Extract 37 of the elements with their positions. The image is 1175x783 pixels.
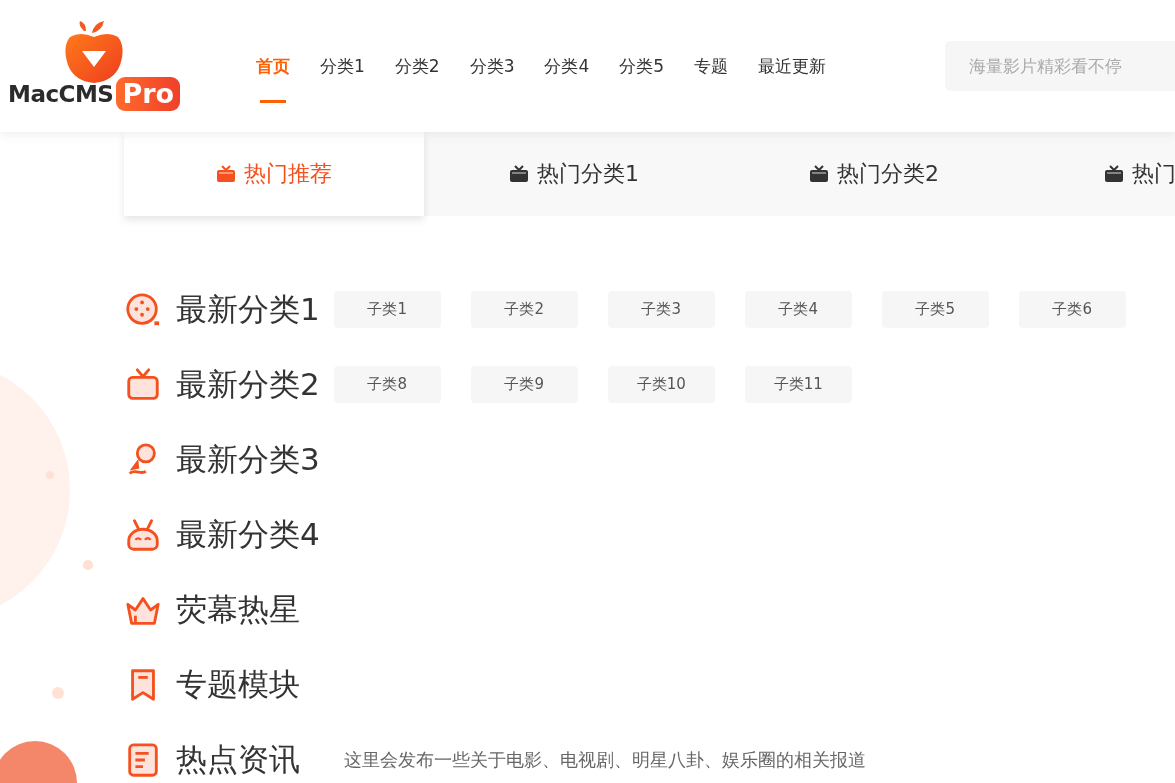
tv-icon xyxy=(216,165,236,183)
section-title: 最新分类3 xyxy=(176,439,320,479)
active-indicator xyxy=(260,99,286,103)
nav-link[interactable]: 专题 xyxy=(694,46,729,86)
nav-link[interactable]: 分类5 xyxy=(619,46,665,86)
nav-link[interactable]: 最近更新 xyxy=(758,46,827,86)
category-tab[interactable]: 热门分类2 xyxy=(724,132,1024,216)
tv-icon xyxy=(809,165,829,183)
subcategory-chip[interactable]: 子类10 xyxy=(607,366,715,403)
brand-name: MacCMS xyxy=(8,81,114,107)
subcategory-chip[interactable]: 子类5 xyxy=(881,291,989,328)
subcategory-chip[interactable]: 子类3 xyxy=(607,291,715,328)
tv-icon xyxy=(509,165,529,183)
subcategory-chip[interactable]: 子类1 xyxy=(333,291,441,328)
subcategory-chip[interactable]: 子类2 xyxy=(470,291,578,328)
section-title: 最新分类1 xyxy=(176,289,320,329)
section-title: 荧幕热星 xyxy=(176,589,300,629)
nav-link[interactable]: 分类4 xyxy=(544,46,590,86)
nav-link[interactable]: 分类3 xyxy=(469,46,515,86)
section-title: 最新分类2 xyxy=(176,364,320,404)
subcategory-chip[interactable]: 子类4 xyxy=(744,291,852,328)
section-title: 专题模块 xyxy=(176,664,300,704)
subcategory-chip[interactable]: 子类8 xyxy=(333,366,441,403)
subcategory-chip[interactable]: 子类6 xyxy=(1018,291,1126,328)
section-title: 最新分类4 xyxy=(176,514,320,554)
nav-link[interactable]: 分类2 xyxy=(394,46,440,86)
section-title: 热点资讯 xyxy=(176,739,300,779)
category-tab[interactable]: 热门分类1 xyxy=(424,132,724,216)
subcategory-chip[interactable]: 子类11 xyxy=(744,366,852,403)
nav-link[interactable]: 分类1 xyxy=(320,46,365,86)
apple-logo-icon xyxy=(62,21,126,83)
tv-icon xyxy=(1104,165,1124,183)
category-tab[interactable]: 热门 xyxy=(1024,132,1175,216)
section-description: 这里会发布一些关于电影、电视剧、明星八卦、娱乐圈的相关报道 xyxy=(344,747,866,772)
search-field[interactable]: 海量影片精彩看不停 xyxy=(945,41,1175,91)
pro-badge: Pro xyxy=(116,77,181,111)
subcategory-chip[interactable]: 子类9 xyxy=(470,366,578,403)
